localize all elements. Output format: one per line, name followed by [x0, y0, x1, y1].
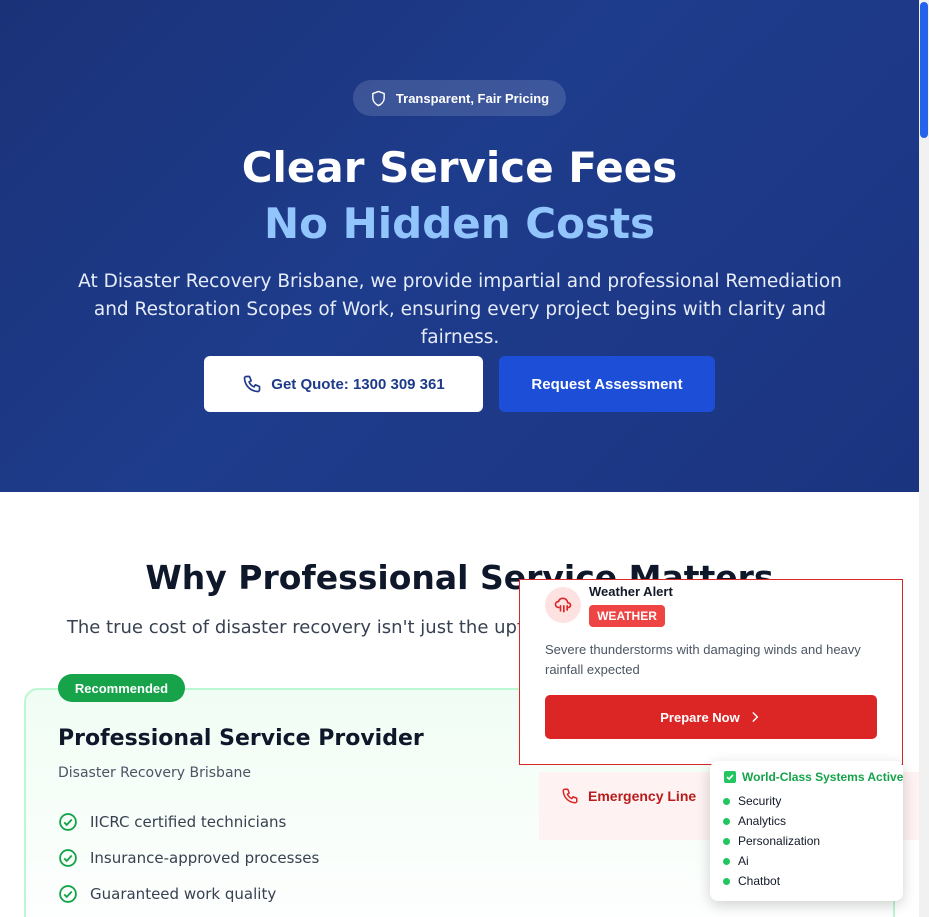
system-name: Personalization — [738, 834, 821, 848]
system-name: Security — [738, 794, 782, 808]
system-name: Chatbot — [738, 874, 781, 888]
prepare-now-button[interactable]: Prepare Now — [545, 695, 877, 739]
system-status-item: Ai — [723, 854, 749, 868]
weather-alert-title: Weather Alert — [589, 584, 673, 599]
recommended-badge: Recommended — [58, 674, 185, 702]
shield-icon — [372, 90, 385, 106]
systems-status-heading: World-Class Systems Active — [724, 770, 903, 784]
system-status-item: Chatbot — [723, 874, 780, 888]
card-title: Professional Service Provider — [58, 726, 424, 751]
pricing-badge: Transparent, Fair Pricing — [353, 80, 566, 116]
phone-icon — [562, 788, 578, 804]
status-dot-icon — [723, 857, 730, 865]
card-subtitle: Disaster Recovery Brisbane — [58, 765, 252, 781]
feature-item: IICRC certified technicians — [58, 812, 286, 832]
scrollbar-thumb[interactable] — [920, 2, 928, 138]
weather-alert-message: Severe thunderstorms with damaging winds… — [545, 642, 861, 677]
status-dot-icon — [723, 797, 730, 805]
status-dot-icon — [723, 837, 730, 845]
get-quote-label: Get Quote: 1300 309 361 — [271, 375, 445, 393]
system-name: Ai — [738, 854, 749, 868]
feature-label: Insurance-approved processes — [90, 849, 320, 867]
pricing-badge-label: Transparent, Fair Pricing — [395, 90, 550, 106]
weather-tag-badge: WEATHER — [589, 605, 665, 627]
hero-title-line1: Clear Service Fees — [241, 143, 678, 192]
cloud-rain-icon — [554, 597, 572, 613]
checkbox-checked-icon — [724, 771, 736, 783]
status-dot-icon — [723, 877, 730, 885]
system-status-item: Security — [723, 794, 781, 808]
check-circle-icon — [59, 885, 77, 903]
chevron-right-icon — [752, 712, 759, 722]
check-circle-icon — [59, 849, 77, 867]
emergency-line-label: Emergency Line — [588, 788, 697, 804]
hero-title-line2: No Hidden Costs — [263, 199, 656, 248]
hero-lead-text: At Disaster Recovery Brisbane, we provid… — [78, 271, 842, 348]
system-status-item: Personalization — [723, 834, 820, 848]
systems-status-title: World-Class Systems Active — [742, 770, 904, 784]
status-dot-icon — [723, 817, 730, 825]
feature-item: Guaranteed work quality — [58, 884, 276, 904]
check-circle-icon — [59, 813, 77, 831]
system-status-item: Analytics — [723, 814, 786, 828]
feature-label: Guaranteed work quality — [90, 885, 277, 903]
phone-icon — [243, 375, 261, 393]
get-quote-button[interactable]: Get Quote: 1300 309 361 — [204, 356, 483, 412]
request-assessment-button[interactable]: Request Assessment — [499, 356, 715, 412]
prepare-now-label: Prepare Now — [660, 709, 740, 725]
feature-item: Insurance-approved processes — [58, 848, 319, 868]
weather-alert-icon-wrap — [545, 587, 581, 623]
system-name: Analytics — [738, 814, 787, 828]
feature-label: IICRC certified technicians — [90, 813, 287, 831]
